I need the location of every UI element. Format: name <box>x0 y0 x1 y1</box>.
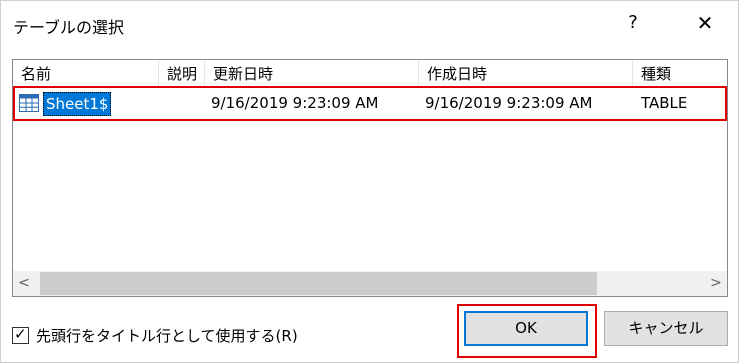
ok-button[interactable]: OK <box>464 311 588 346</box>
column-header-description[interactable]: 説明 <box>159 60 205 86</box>
checkmark-icon: ✓ <box>14 325 27 343</box>
column-header-type[interactable]: 種類 <box>633 60 727 86</box>
row-name[interactable]: Sheet1$ <box>43 92 112 116</box>
table-row[interactable]: Sheet1$ 9/16/2019 9:23:09 AM 9/16/2019 9… <box>13 88 727 118</box>
table-icon <box>19 94 39 112</box>
scroll-right-arrow-icon[interactable]: > <box>705 271 727 296</box>
dialog-title: テーブルの選択 <box>13 18 125 37</box>
cancel-button[interactable]: キャンセル <box>604 311 728 346</box>
horizontal-scrollbar[interactable]: < > <box>13 271 727 296</box>
row-modified: 9/16/2019 9:23:09 AM <box>211 94 379 112</box>
row-created: 9/16/2019 9:23:09 AM <box>425 94 593 112</box>
list-header: 名前 説明 更新日時 作成日時 種類 <box>13 60 727 86</box>
column-header-name[interactable]: 名前 <box>13 60 159 86</box>
column-header-modified[interactable]: 更新日時 <box>205 60 419 86</box>
first-row-header-label: 先頭行をタイトル行として使用する(R) <box>36 327 298 345</box>
table-select-dialog: テーブルの選択 ? ✕ 名前 説明 更新日時 作成日時 種類 Sheet1$ 9… <box>0 0 739 363</box>
first-row-header-checkbox[interactable]: ✓ <box>12 325 29 344</box>
close-button[interactable]: ✕ <box>685 7 725 39</box>
scroll-left-arrow-icon[interactable]: < <box>13 271 35 296</box>
row-type: TABLE <box>641 94 688 112</box>
table-list[interactable]: 名前 説明 更新日時 作成日時 種類 Sheet1$ 9/16/2019 9:2… <box>12 59 728 297</box>
help-button[interactable]: ? <box>615 7 651 39</box>
title-bar: テーブルの選択 ? ✕ <box>1 1 738 47</box>
column-header-created[interactable]: 作成日時 <box>419 60 633 86</box>
scrollbar-thumb[interactable] <box>40 272 597 295</box>
